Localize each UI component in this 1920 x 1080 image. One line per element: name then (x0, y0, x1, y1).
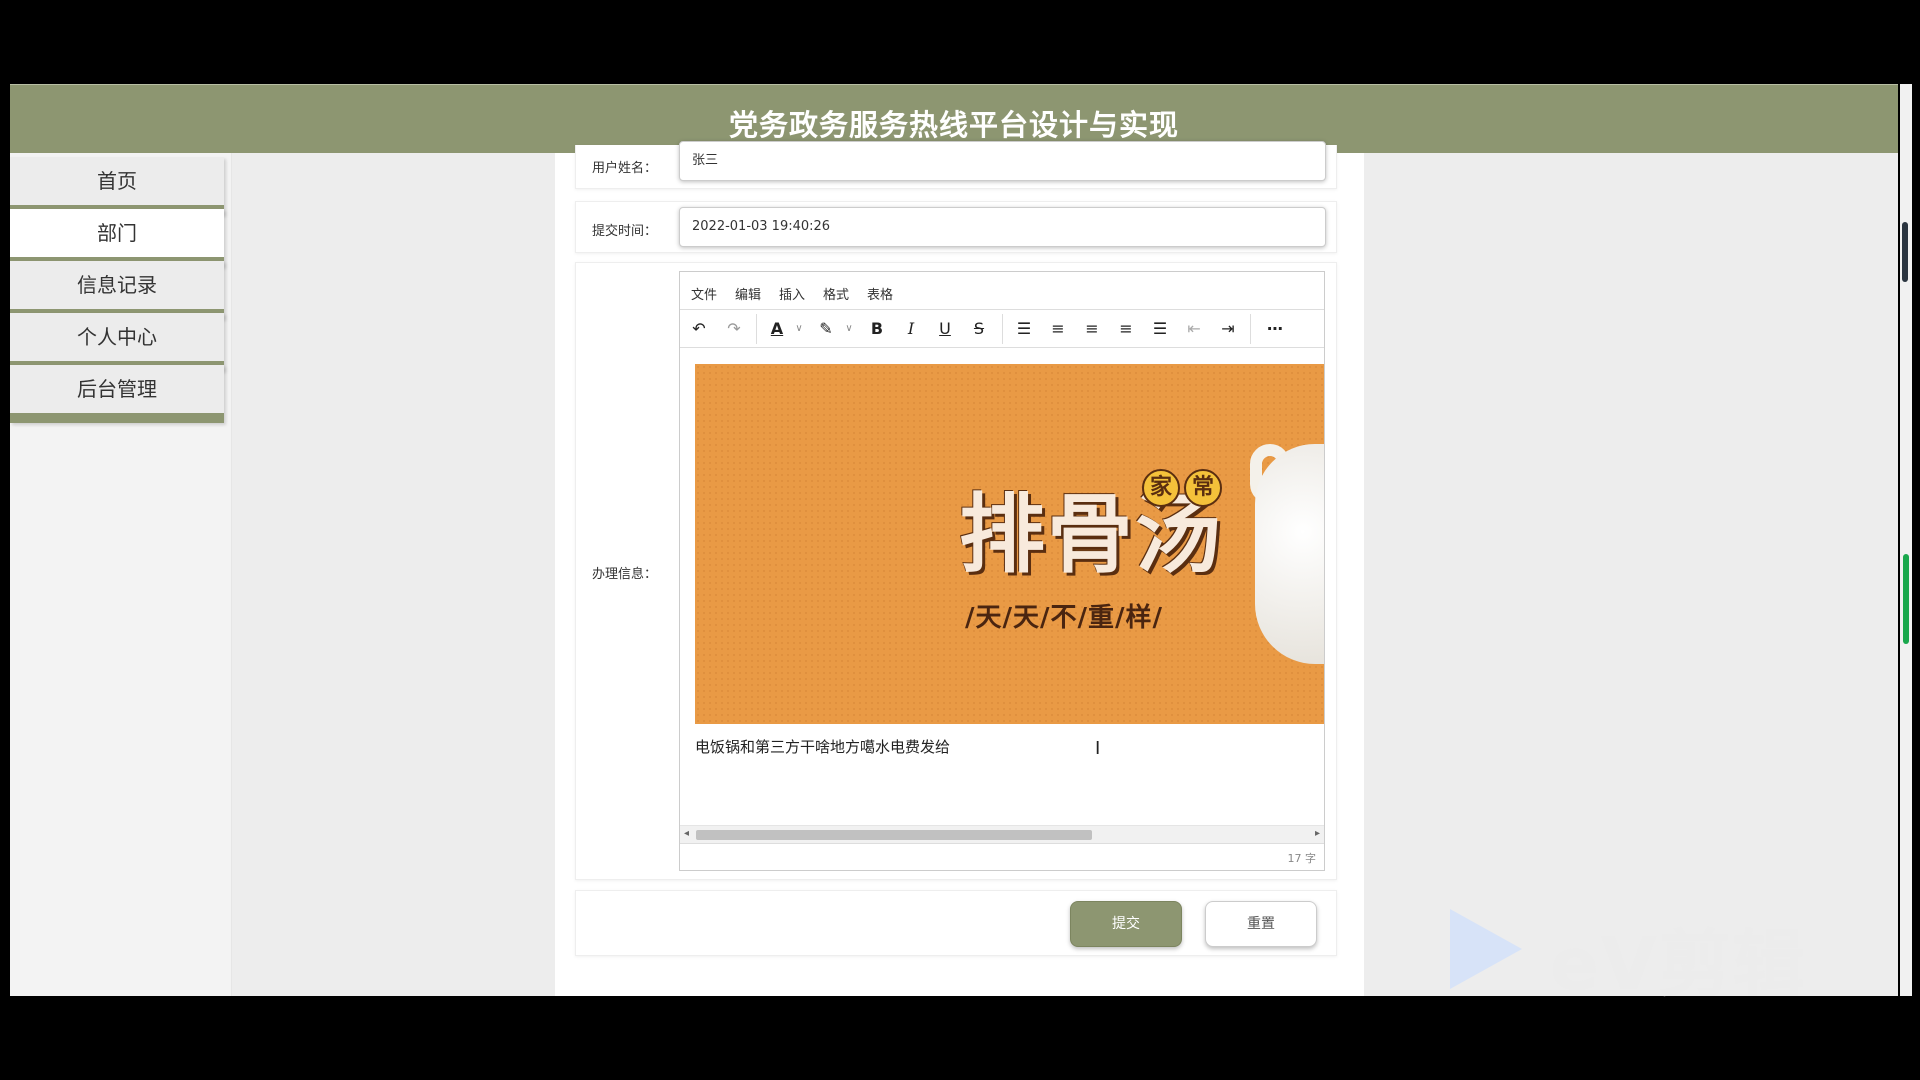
play-icon (1450, 909, 1522, 989)
submit-time-field[interactable]: 2022-01-03 19:40:26 (679, 207, 1326, 247)
menu-table[interactable]: 表格 (867, 284, 893, 303)
align-center-icon[interactable]: ≡ (1079, 317, 1105, 341)
handling-info-label: 办理信息： (592, 567, 658, 582)
scroll-left-icon[interactable]: ◂ (684, 828, 689, 839)
underline-icon[interactable]: U (932, 317, 958, 341)
actions-row: 提交 重置 (575, 890, 1337, 956)
image-subtitle: /天/天/不/重/样/ (965, 603, 1163, 633)
sidebar: 首页 部门 信息记录 个人中心 后台管理 (10, 153, 232, 996)
line-height-icon[interactable]: ☰ (1011, 317, 1037, 341)
editor-menubar: 文件 编辑 插入 格式 表格 (680, 272, 1324, 310)
toolbar-divider (1250, 314, 1251, 344)
scrollbar-thumb[interactable] (696, 830, 1092, 840)
app-window: 党务政务服务热线平台设计与实现 首页 部门 信息记录 个人中心 后台管理 用户姓… (10, 84, 1898, 996)
sidebar-item-records[interactable]: 信息记录 (10, 261, 224, 319)
bold-icon[interactable]: B (864, 317, 890, 341)
editor-statusbar: 17 字 (680, 843, 1324, 871)
align-left-icon[interactable]: ≡ (1045, 317, 1071, 341)
page-title: 党务政务服务热线平台设计与实现 (728, 108, 1179, 142)
indent-icon[interactable]: ⇥ (1215, 317, 1241, 341)
align-justify-icon[interactable]: ☰ (1147, 317, 1173, 341)
video-watermark: eV剪辑 (1450, 905, 1820, 1006)
text-cursor-icon: I (1095, 738, 1101, 759)
sidebar-item-profile[interactable]: 个人中心 (10, 313, 224, 371)
toolbar-divider (756, 314, 757, 344)
redo-icon[interactable]: ↷ (721, 317, 747, 341)
form-panel: 用户姓名： 张三 提交时间： 2022-01-03 19:40:26 办理信息：… (555, 141, 1364, 996)
username-field[interactable]: 张三 (679, 141, 1326, 181)
menu-file[interactable]: 文件 (691, 284, 717, 303)
image-badge: 常 (1184, 469, 1222, 507)
toolbar-divider (1002, 314, 1003, 344)
undo-icon[interactable]: ↶ (686, 317, 712, 341)
sidebar-item-department[interactable]: 部门 (10, 209, 224, 267)
editor-content[interactable]: 排骨汤 家 常 /天/天/不/重/样/ 电饭锅和第三方干啥地方噶水电费发给 I (680, 349, 1324, 825)
page-scrollbar[interactable] (1900, 84, 1912, 996)
menu-edit[interactable]: 编辑 (735, 284, 761, 303)
username-label: 用户姓名： (592, 161, 658, 176)
outdent-icon[interactable]: ⇤ (1181, 317, 1207, 341)
scroll-right-icon[interactable]: ▸ (1315, 828, 1320, 839)
sidebar-item-admin[interactable]: 后台管理 (10, 365, 224, 423)
rich-text-editor[interactable]: 文件 编辑 插入 格式 表格 ↶ ↷ A ∨ ✎ ∨ B I U S ☰ ≡ ≡… (679, 271, 1325, 871)
align-right-icon[interactable]: ≡ (1113, 317, 1139, 341)
submit-time-label: 提交时间： (592, 224, 658, 239)
editor-toolbar: ↶ ↷ A ∨ ✎ ∨ B I U S ☰ ≡ ≡ ≡ ☰ ⇤ ⇥ ⋯ (680, 310, 1324, 348)
image-badge: 家 (1142, 469, 1180, 507)
image-title: 排骨汤 (959, 485, 1223, 585)
sidebar-item-home[interactable]: 首页 (10, 157, 224, 215)
scrollbar-thumb[interactable] (1903, 554, 1909, 644)
menu-insert[interactable]: 插入 (779, 284, 805, 303)
watermark-text: eV剪辑 (1550, 922, 1807, 1006)
horizontal-scrollbar[interactable]: ◂ ▸ (680, 825, 1324, 843)
reset-button[interactable]: 重置 (1205, 901, 1317, 947)
more-icon[interactable]: ⋯ (1262, 317, 1288, 341)
chevron-down-icon[interactable]: ∨ (836, 317, 862, 341)
chevron-down-icon[interactable]: ∨ (786, 317, 812, 341)
editor-paragraph[interactable]: 电饭锅和第三方干啥地方噶水电费发给 (695, 736, 950, 757)
scrollbar-marker (1902, 222, 1908, 282)
menu-format[interactable]: 格式 (823, 284, 849, 303)
submit-button[interactable]: 提交 (1070, 901, 1182, 947)
word-count: 17 字 (1287, 852, 1317, 865)
italic-icon[interactable]: I (898, 317, 924, 341)
embedded-image[interactable]: 排骨汤 家 常 /天/天/不/重/样/ (695, 364, 1324, 724)
strikethrough-icon[interactable]: S (966, 317, 992, 341)
soup-pot-shape (1255, 444, 1324, 664)
submit-time-row: 提交时间： 2022-01-03 19:40:26 (575, 201, 1337, 253)
username-row: 用户姓名： 张三 (575, 141, 1337, 189)
handling-info-row: 办理信息： 文件 编辑 插入 格式 表格 ↶ ↷ A ∨ ✎ ∨ B I U S… (575, 262, 1337, 880)
